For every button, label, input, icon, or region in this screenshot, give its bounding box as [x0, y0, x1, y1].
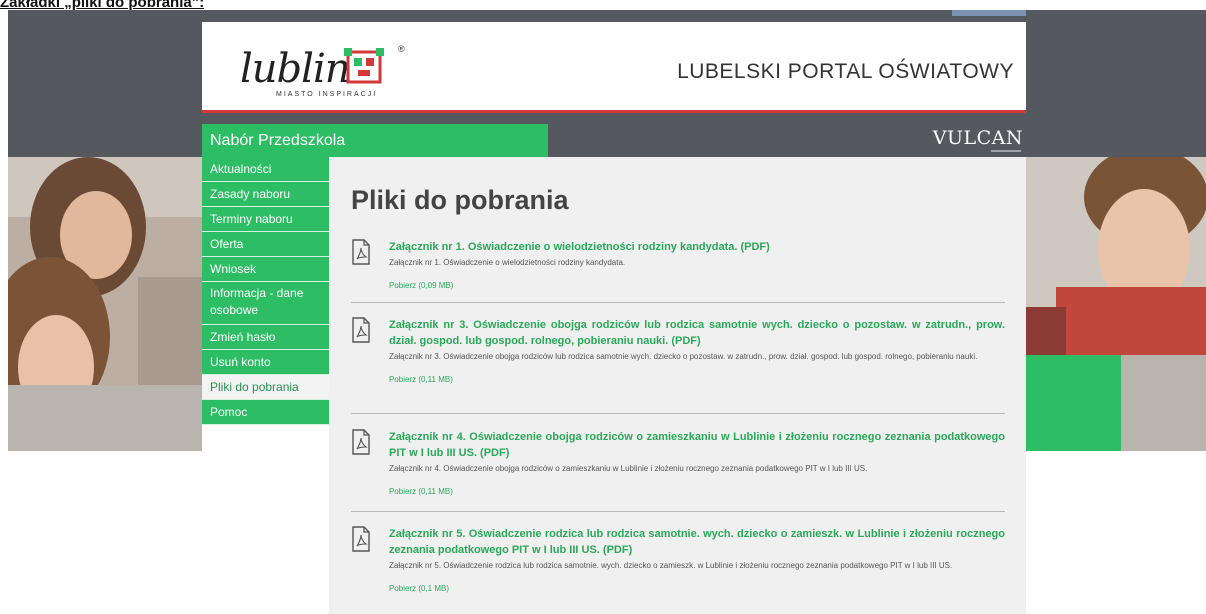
- lublin-logo[interactable]: lublin ® MIASTO INSPIRACJI: [222, 44, 412, 104]
- file-description: Załącznik nr 5. Oświadczenie rodzica lub…: [389, 561, 953, 570]
- file-body: Załącznik nr 5. Oświadczenie rodzica lub…: [389, 526, 1005, 595]
- vulcan-logo[interactable]: VULCAN: [933, 125, 1023, 155]
- pdf-file-icon: [352, 317, 370, 343]
- pdf-file-icon: [352, 239, 370, 265]
- sidebar-item-pomoc[interactable]: Pomoc: [202, 400, 329, 425]
- divider: [351, 302, 1005, 303]
- page: Zakładki „pliki do pobrania”: lublin ® M…: [0, 0, 1206, 614]
- divider: [351, 511, 1005, 512]
- right-gray-block: [1121, 355, 1206, 451]
- vulcan-wordmark: VULCAN: [932, 127, 1023, 149]
- page-title: Pliki do pobrania: [351, 185, 569, 215]
- header-accent-strip: [952, 10, 1026, 16]
- main-content: Pliki do pobrania Załącznik nr 1. Oświad…: [329, 157, 1026, 614]
- sidebar-item-oferta[interactable]: Oferta: [202, 232, 329, 257]
- download-link[interactable]: Pobierz (0,09 MB): [389, 279, 1005, 292]
- sidebar-nav: Aktualności Zasady naboru Terminy naboru…: [202, 157, 329, 425]
- lublin-logo-mark-icon: [344, 48, 384, 84]
- portal-title: LUBELSKI PORTAL OŚWIATOWY: [677, 60, 1014, 83]
- logo-wordmark: lublin: [240, 46, 351, 92]
- sidebar-item-wniosek[interactable]: Wniosek: [202, 257, 329, 282]
- file-description: Załącznik nr 4. Oświadczenie obojga rodz…: [389, 464, 868, 473]
- left-gray-block: [8, 385, 202, 451]
- file-description: Załącznik nr 1. Oświadczenie o wielodzie…: [389, 258, 626, 267]
- file-body: Załącznik nr 3. Oświadczenie obojga rodz…: [389, 317, 1005, 386]
- vulcan-underline: [991, 150, 1021, 152]
- section-title-bar: Nabór Przedszkola: [202, 124, 548, 157]
- file-title-link[interactable]: Załącznik nr 1. Oświadczenie o wielodzie…: [389, 239, 1005, 255]
- sidebar-item-terminy-naboru[interactable]: Terminy naboru: [202, 207, 329, 232]
- sidebar-item-aktualnosci[interactable]: Aktualności: [202, 157, 329, 182]
- right-green-block: [1026, 355, 1121, 451]
- sidebar-item-informacja[interactable]: Informacja - dane osobowe: [202, 282, 329, 325]
- registered-mark: ®: [398, 44, 405, 54]
- sidebar-item-pliki-do-pobrania[interactable]: Pliki do pobrania: [202, 375, 329, 400]
- document-caption: Zakładki „pliki do pobrania”:: [0, 0, 205, 10]
- sidebar-item-usun-konto[interactable]: Usuń konto: [202, 350, 329, 375]
- site-header: lublin ® MIASTO INSPIRACJI LUBELSKI PORT…: [202, 22, 1026, 110]
- divider: [351, 413, 1005, 414]
- file-title-link[interactable]: Załącznik nr 4. Oświadczenie obojga rodz…: [389, 429, 1005, 461]
- file-title-link[interactable]: Załącznik nr 3. Oświadczenie obojga rodz…: [389, 317, 1005, 349]
- file-body: Załącznik nr 1. Oświadczenie o wielodzie…: [389, 239, 1005, 292]
- file-title-link[interactable]: Załącznik nr 5. Oświadczenie rodzica lub…: [389, 526, 1005, 558]
- sidebar-item-zasady-naboru[interactable]: Zasady naboru: [202, 182, 329, 207]
- pdf-file-icon: [352, 526, 370, 552]
- file-body: Załącznik nr 4. Oświadczenie obojga rodz…: [389, 429, 1005, 498]
- logo-tagline: MIASTO INSPIRACJI: [276, 91, 378, 98]
- download-link[interactable]: Pobierz (0,1 MB): [389, 582, 1005, 595]
- sidebar-item-zmien-haslo[interactable]: Zmień hasło: [202, 325, 329, 350]
- file-description: Załącznik nr 3. Oświadczenie obojga rodz…: [389, 352, 978, 361]
- header-red-line: [202, 110, 1026, 113]
- pdf-file-icon: [352, 429, 370, 455]
- download-link[interactable]: Pobierz (0,11 MB): [389, 373, 1005, 386]
- download-link[interactable]: Pobierz (0,11 MB): [389, 485, 1005, 498]
- section-title: Nabór Przedszkola: [210, 132, 346, 149]
